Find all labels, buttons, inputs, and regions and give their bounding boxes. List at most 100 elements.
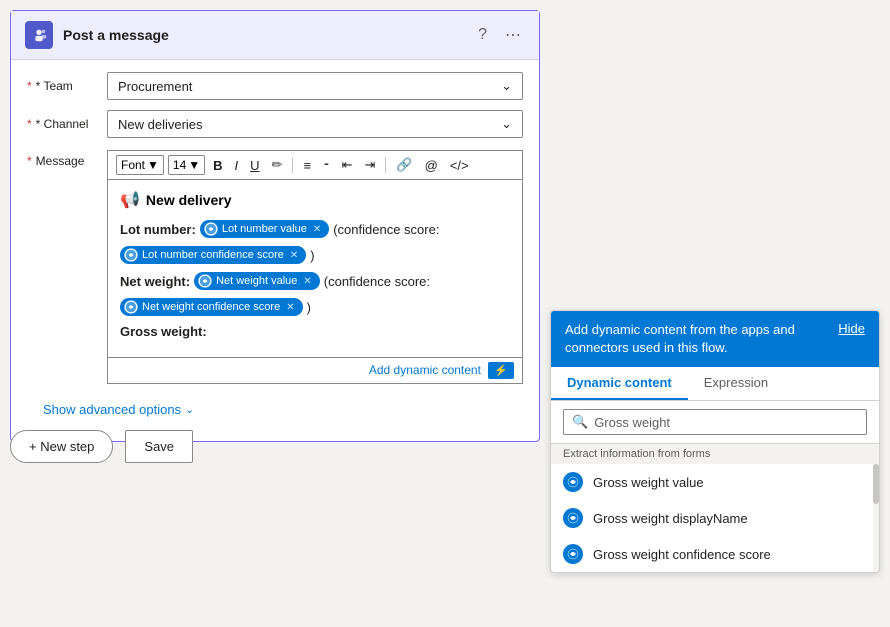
panel-header: Add dynamic content from the apps and co… [551,311,879,367]
add-dynamic-button[interactable]: ⚡ [488,362,514,379]
save-button[interactable]: Save [125,430,193,463]
message-required-star: * [27,154,32,168]
card-header-left: Post a message [25,21,169,49]
bullet-list-button[interactable]: ≡ [299,156,315,175]
lot-conf-tag-close[interactable]: ✕ [290,250,298,261]
search-icon: 🔍 [572,414,588,430]
underline-button[interactable]: U [246,156,263,175]
net-conf-tag-icon [124,300,138,314]
channel-label: ** Channel [27,117,107,131]
font-size-selector[interactable]: 14 ▼ [168,155,205,175]
lot-number-value-tag[interactable]: Lot number value ✕ [200,220,329,238]
teams-logo-icon [25,21,53,49]
help-button[interactable]: ? [474,24,491,46]
message-label: *Message [27,148,107,168]
team-value: Procurement [118,79,192,94]
net-close-paren: ) [307,300,311,315]
net-confidence-tag[interactable]: Net weight confidence score ✕ [120,298,303,316]
net-tag-close[interactable]: ✕ [303,276,311,287]
card-header: Post a message ? ⋯ [11,11,539,60]
panel-item-gross-weight-displayname[interactable]: Gross weight displayName [551,500,879,536]
gross-weight-confidence-label: Gross weight confidence score [593,547,771,562]
panel-search: 🔍 [551,401,879,444]
highlight-button[interactable]: ✏ [268,155,287,175]
confidence-text: (confidence score: [333,222,439,237]
mention-button[interactable]: @ [421,156,442,175]
lot-label: Lot number: [120,222,196,237]
gross-weight-displayname-label: Gross weight displayName [593,511,748,526]
team-select[interactable]: Procurement ⌄ [107,72,523,100]
gross-weight-line: Gross weight: [120,324,510,339]
net-label: Net weight: [120,274,190,289]
required-star: * [27,79,32,93]
indent-button[interactable]: ⇥ [360,155,379,175]
panel-header-text: Add dynamic content from the apps and co… [565,321,838,357]
lot-tag-label: Lot number value [222,223,307,235]
italic-button[interactable]: I [231,156,243,175]
channel-required-star: * [27,117,32,131]
form-body: ** Team Procurement ⌄ ** Channel New del… [11,60,539,441]
gross-weight-displayname-icon [563,508,583,528]
toolbar-divider-2 [385,157,386,173]
tab-dynamic-content[interactable]: Dynamic content [551,367,688,400]
panel-hide-button[interactable]: Hide [838,321,865,336]
panel-scrollbar[interactable] [873,444,879,572]
font-label: Font [121,158,145,172]
font-selector[interactable]: Font ▼ [116,155,164,175]
message-row: *Message Font ▼ 14 ▼ B I U ✏ [27,148,523,384]
net-confidence-line: Net weight confidence score ✕ ) [120,298,510,316]
card-title: Post a message [63,27,169,43]
message-editor[interactable]: 📢 New delivery Lot number: Lot number va… [107,179,523,358]
net-tag-label: Net weight value [216,275,297,287]
main-card: Post a message ? ⋯ ** Team Procurement ⌄… [10,10,540,442]
net-weight-line: Net weight: Net weight value ✕ (confiden… [120,272,510,290]
advanced-options-label: Show advanced options [43,402,181,417]
lot-tag-close[interactable]: ✕ [313,224,321,235]
net-weight-value-tag[interactable]: Net weight value ✕ [194,272,320,290]
gross-label: Gross weight: [120,324,207,339]
dynamic-content-panel: Add dynamic content from the apps and co… [550,310,880,573]
message-editor-container: Font ▼ 14 ▼ B I U ✏ ≡ ⁃ ⇤ ⇥ [107,148,523,384]
net-conf-tag-close[interactable]: ✕ [286,302,294,313]
gross-weight-value-icon [563,472,583,492]
gross-weight-confidence-icon [563,544,583,564]
add-dynamic-link[interactable]: Add dynamic content [369,363,481,377]
chevron-down-icon: ⌄ [185,403,194,416]
channel-dropdown-icon: ⌄ [501,116,512,132]
tab-expression[interactable]: Expression [688,367,784,400]
advanced-options[interactable]: Show advanced options ⌄ [27,394,523,429]
panel-scrollbar-thumb [873,464,879,504]
megaphone-icon: 📢 [120,190,140,210]
font-dropdown-icon: ▼ [147,158,159,172]
lot-confidence-tag[interactable]: Lot number confidence score ✕ [120,246,306,264]
panel-item-gross-weight-value[interactable]: Gross weight value [551,464,879,500]
code-button[interactable]: </> [446,156,473,175]
numbered-list-button[interactable]: ⁃ [319,155,334,175]
panel-items-container: Extract information from forms Gross wei… [551,444,879,572]
net-tag-icon [198,274,212,288]
bottom-actions: + New step Save [10,430,193,463]
search-input[interactable] [594,415,858,430]
more-options-button[interactable]: ⋯ [501,23,525,47]
new-step-button[interactable]: + New step [10,430,113,463]
card-header-right: ? ⋯ [474,23,525,47]
net-confidence-label: Net weight confidence score [142,301,280,313]
channel-select[interactable]: New deliveries ⌄ [107,110,523,138]
lot-conf-tag-icon [124,248,138,262]
lot-tag-icon [204,222,218,236]
outdent-button[interactable]: ⇤ [338,155,357,175]
font-size-value: 14 [173,158,186,172]
search-box: 🔍 [563,409,867,435]
bold-button[interactable]: B [209,156,226,175]
lot-number-line: Lot number: Lot number value ✕ (confiden… [120,220,510,238]
channel-row: ** Channel New deliveries ⌄ [27,110,523,138]
channel-value: New deliveries [118,117,203,132]
link-button[interactable]: 🔗 [392,155,416,175]
close-paren: ) [310,248,314,263]
lot-confidence-label: Lot number confidence score [142,249,284,261]
panel-item-gross-weight-confidence[interactable]: Gross weight confidence score [551,536,879,572]
net-confidence-text: (confidence score: [324,274,430,289]
formatting-toolbar: Font ▼ 14 ▼ B I U ✏ ≡ ⁃ ⇤ ⇥ [107,150,523,179]
team-dropdown-icon: ⌄ [501,78,512,94]
add-dynamic-row: Add dynamic content ⚡ [107,358,523,384]
